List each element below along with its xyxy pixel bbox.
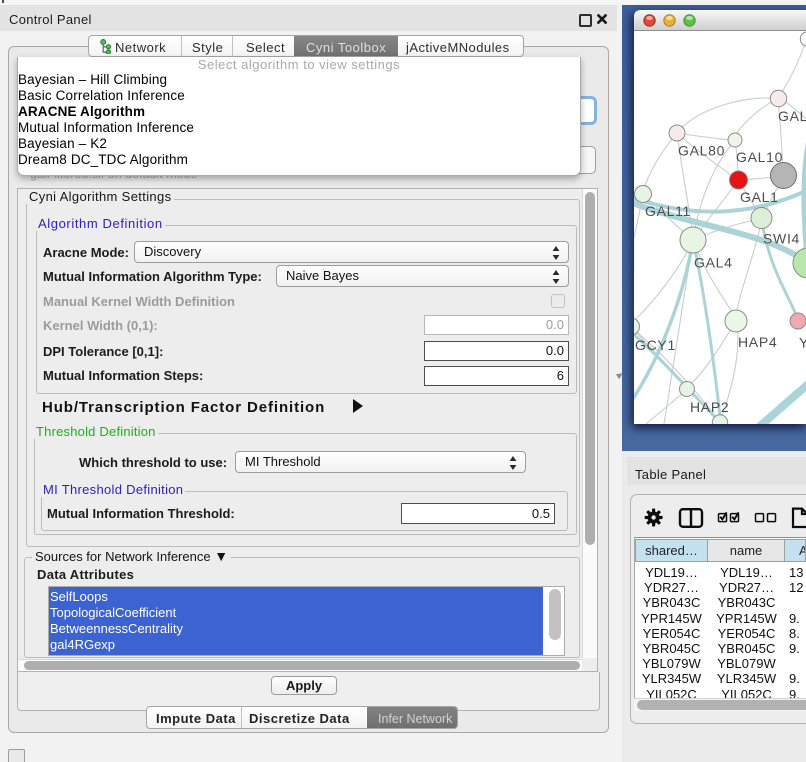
svg-text:HAP2: HAP2 — [690, 399, 729, 415]
svg-text:GAL1: GAL1 — [740, 189, 779, 205]
svg-text:SWI4: SWI4 — [763, 231, 800, 247]
svg-text:GCY1: GCY1 — [635, 337, 676, 353]
svg-text:GAL80: GAL80 — [678, 143, 725, 159]
svg-text:GAL4: GAL4 — [694, 255, 733, 271]
svg-text:GAL10: GAL10 — [736, 149, 783, 165]
svg-text:GAL7: GAL7 — [778, 108, 806, 124]
svg-text:GAL11: GAL11 — [645, 203, 691, 219]
svg-text:YJ: YJ — [799, 335, 806, 351]
svg-text:HAP4: HAP4 — [738, 334, 777, 350]
